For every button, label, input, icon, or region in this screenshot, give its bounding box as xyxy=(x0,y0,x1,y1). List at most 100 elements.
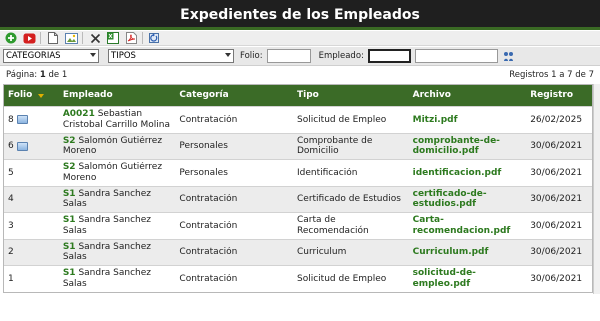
cell-category: Contratación xyxy=(179,114,238,125)
header-folio[interactable]: Folio xyxy=(4,85,59,106)
file-link[interactable]: Mitzi.pdf xyxy=(409,115,527,126)
toolbar-divider xyxy=(82,32,83,44)
cell-employee: S1 Sandra Sanchez Salas xyxy=(59,189,176,210)
table-scrollbar[interactable] xyxy=(593,84,600,294)
folio-input[interactable] xyxy=(266,49,311,63)
cell-type: Carta de Recomendación xyxy=(297,215,369,236)
cell-category: Contratación xyxy=(179,273,238,284)
cell-type: Certificado de Estudios xyxy=(297,194,401,204)
cell-type: Solicitud de Empleo xyxy=(297,273,387,284)
image-icon[interactable] xyxy=(16,141,28,151)
cell-folio: 4 xyxy=(4,194,59,205)
toolbar-divider xyxy=(142,32,143,44)
cell-date: 26/02/2025 xyxy=(530,114,583,125)
employee-code: A0021 xyxy=(62,109,95,120)
employee-name: Salomón Gutiérrez Moreno xyxy=(62,135,163,157)
documents-table: Folio Empleado Categoría Tipo Archivo Re… xyxy=(3,84,593,293)
file-link[interactable]: Carta-recomendacion.pdf xyxy=(409,215,527,236)
cell-category: Personales xyxy=(179,167,228,178)
table-body: 8 A0021 Sebastian Cristobal Carrillo Moli… xyxy=(4,106,592,292)
table-row[interactable]: 8 A0021 Sebastian Cristobal Carrillo Moli… xyxy=(4,106,592,133)
cell-category: Personales xyxy=(179,141,228,151)
file-link[interactable]: identificacion.pdf xyxy=(409,168,527,179)
pager: Página: 1 de 1 Registros 1 a 7 de 7 xyxy=(0,67,600,83)
category-select-value: CATEGORIAS xyxy=(6,51,61,61)
page-title: Expedientes de los Empleados xyxy=(0,0,600,30)
header-file[interactable]: Archivo xyxy=(409,85,527,106)
folio-value: 8 xyxy=(8,114,14,125)
employee-code: S1 xyxy=(62,215,76,226)
sort-down-icon xyxy=(38,93,45,98)
cell-folio: 5 xyxy=(4,168,59,179)
cell-date: 30/06/2021 xyxy=(530,194,583,204)
cell-type: Solicitud de Empleo xyxy=(297,114,387,125)
file-link[interactable]: solicitud-de-empleo.pdf xyxy=(409,268,527,289)
cell-employee: S1 Sandra Sanchez Salas xyxy=(59,242,176,263)
cell-folio: 3 xyxy=(4,221,59,232)
table-row[interactable]: 2 S1 Sandra Sanchez Salas Contratación Curr… xyxy=(4,238,592,265)
cell-category: Contratación xyxy=(179,220,238,231)
employee-code: S1 xyxy=(62,268,76,279)
cell-date: 30/06/2021 xyxy=(530,273,583,284)
cell-date: 30/06/2021 xyxy=(530,220,583,231)
cell-employee: S1 Sandra Sanchez Salas xyxy=(59,215,176,236)
employee-code: S2 xyxy=(62,135,76,146)
cell-employee: S2 Salomón Gutiérrez Moreno xyxy=(59,136,176,157)
cell-date: 30/06/2021 xyxy=(530,167,583,178)
cell-folio: 2 xyxy=(4,247,59,258)
header-folio-label: Folio xyxy=(8,90,33,100)
cell-type: Comprobante de Domicilio xyxy=(297,135,373,157)
folio-value: 3 xyxy=(8,220,14,231)
file-link[interactable]: Curriculum.pdf xyxy=(409,247,527,258)
header-employee[interactable]: Empleado xyxy=(59,85,176,106)
cell-folio: 8 xyxy=(4,115,59,126)
file-link[interactable]: comprobante-de-domicilio.pdf xyxy=(409,136,527,157)
search-employee-icon[interactable] xyxy=(503,51,514,62)
file-link[interactable]: certificado-de-estudios.pdf xyxy=(409,189,527,210)
category-select[interactable]: CATEGORIAS xyxy=(3,49,99,63)
cell-category: Contratación xyxy=(179,194,238,204)
table-row[interactable]: 4 S1 Sandra Sanchez Salas Contratación Cert… xyxy=(4,185,592,212)
delete-icon[interactable] xyxy=(88,32,102,45)
cell-employee: A0021 Sebastian Cristobal Carrillo Molin… xyxy=(59,109,176,130)
add-icon[interactable] xyxy=(4,32,18,45)
new-document-icon[interactable] xyxy=(46,32,60,45)
table-row[interactable]: 6 S2 Salomón Gutiérrez Moreno Personales Co… xyxy=(4,132,592,159)
table-header: Folio Empleado Categoría Tipo Archivo Re… xyxy=(4,85,592,106)
table-row[interactable]: 1 S1 Sandra Sanchez Salas Contratación Soli… xyxy=(4,265,592,292)
type-select[interactable]: TIPOS xyxy=(108,49,234,63)
records-count: Registros 1 a 7 de 7 xyxy=(509,70,594,80)
folio-value: 1 xyxy=(8,273,14,284)
folio-value: 5 xyxy=(8,167,14,178)
play-icon[interactable] xyxy=(22,32,36,45)
employee-name: Sandra Sanchez Salas xyxy=(62,241,152,263)
folio-label: Folio: xyxy=(240,51,263,61)
employee-code-input[interactable] xyxy=(367,49,411,63)
page-prefix: Página: xyxy=(6,70,38,80)
pdf-icon[interactable] xyxy=(124,32,138,45)
refresh-icon[interactable] xyxy=(148,32,162,45)
image-icon[interactable] xyxy=(16,115,28,125)
cell-date: 30/06/2021 xyxy=(530,247,583,257)
employee-name: Salomón Gutiérrez Moreno xyxy=(62,162,163,183)
cell-category: Contratación xyxy=(179,247,238,257)
employee-label: Empleado: xyxy=(318,51,364,61)
header-type[interactable]: Tipo xyxy=(293,85,409,106)
filter-bar: CATEGORIAS TIPOS Folio: Empleado: xyxy=(0,47,600,66)
excel-icon[interactable] xyxy=(106,32,120,45)
page-total: de 1 xyxy=(48,70,68,80)
employee-code: S1 xyxy=(62,241,76,252)
page-indicator: Página: 1 de 1 xyxy=(6,70,67,80)
header-category[interactable]: Categoría xyxy=(175,85,293,106)
header-date[interactable]: Registro xyxy=(526,85,592,106)
employee-code: S2 xyxy=(62,162,76,173)
image-icon[interactable] xyxy=(64,32,78,45)
table-row[interactable]: 5 S2 Salomón Gutiérrez Moreno Personales Id… xyxy=(4,159,592,186)
chevron-down-icon xyxy=(90,53,96,57)
toolbar xyxy=(0,31,600,46)
employee-code: S1 xyxy=(62,188,76,199)
employee-name-input[interactable] xyxy=(414,49,498,63)
folio-value: 2 xyxy=(8,247,14,257)
cell-employee: S2 Salomón Gutiérrez Moreno xyxy=(59,162,176,183)
table-row[interactable]: 3 S1 Sandra Sanchez Salas Contratación Cart… xyxy=(4,212,592,239)
